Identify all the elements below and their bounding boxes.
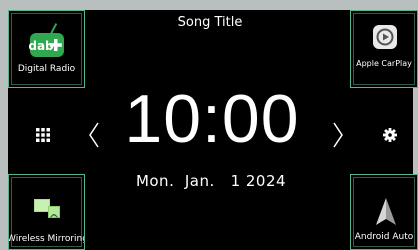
android-auto-shortcut[interactable]: Android Auto: [350, 174, 418, 250]
apple-carplay-shortcut[interactable]: Apple CarPlay: [350, 10, 418, 88]
android-auto-icon: [376, 198, 396, 225]
bezel-top: [0, 0, 418, 10]
chevron-right-icon[interactable]: [332, 122, 344, 148]
dab-plus-icon: dab: [29, 23, 64, 57]
home-screen: dab Digital Radio Apple CarPlay Wireless…: [0, 0, 418, 250]
shortcut-label: Digital Radio: [17, 64, 76, 74]
clock-date: Mon. Jan. 1 2024: [135, 172, 287, 190]
bezel-left: [0, 0, 8, 250]
chevron-left-icon[interactable]: [88, 122, 100, 148]
shortcut-label: Apple CarPlay: [356, 59, 412, 68]
song-title[interactable]: Song Title: [120, 15, 300, 30]
shortcut-label: Android Auto: [354, 232, 414, 242]
grid-menu-icon[interactable]: [36, 128, 50, 142]
shortcut-label: Wireless Mirroring: [8, 234, 85, 244]
digital-radio-shortcut[interactable]: dab Digital Radio: [8, 10, 85, 88]
wireless-mirroring-icon: [34, 199, 60, 218]
clock-time[interactable]: 10:00: [118, 83, 306, 155]
apple-carplay-icon: [373, 25, 397, 49]
gear-icon[interactable]: [383, 128, 397, 142]
wireless-mirroring-shortcut[interactable]: Wireless Mirroring: [8, 174, 85, 250]
